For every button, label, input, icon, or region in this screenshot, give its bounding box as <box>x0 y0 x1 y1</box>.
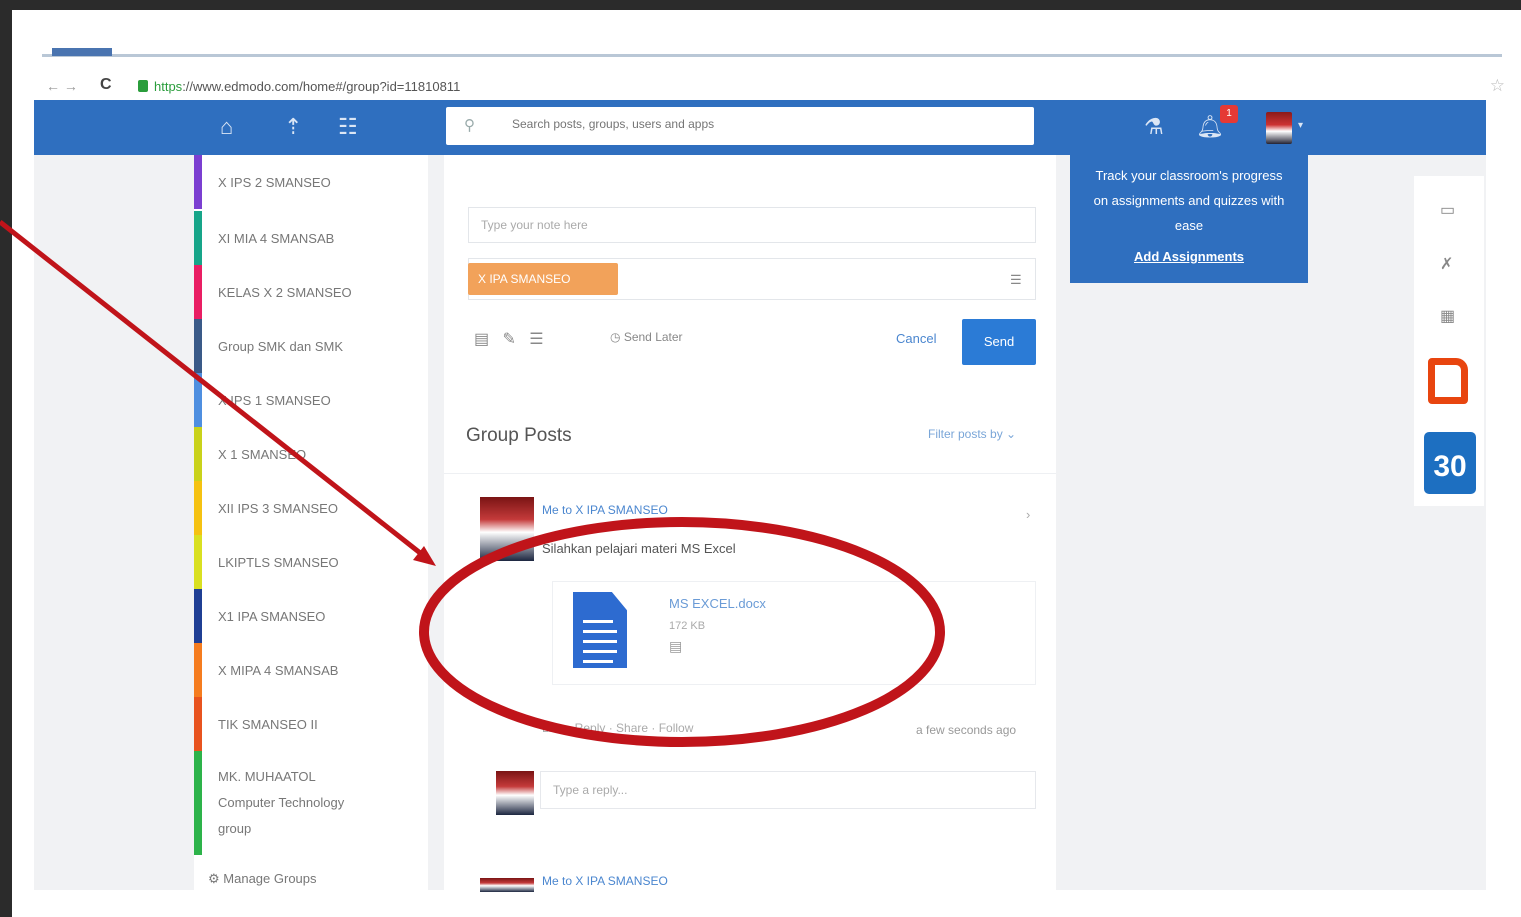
post-meta[interactable]: Me to X IPA SMANSEO <box>542 874 668 888</box>
address-bar[interactable]: ← → C https://www.edmodo.com/home#/group… <box>12 76 1521 100</box>
sidebar-group-item[interactable]: X IPS 1 SMANSEO <box>194 373 428 427</box>
search-box[interactable]: ⚲ <box>446 107 1034 145</box>
flask-icon[interactable]: ⚗ <box>1144 114 1164 140</box>
sidebar-group-label: TIK SMANSEO II <box>218 716 318 732</box>
post-actions[interactable]: Like · Reply · Share · Follow <box>542 721 693 735</box>
assignments-promo: Track your classroom's progress on assig… <box>1070 155 1308 283</box>
url-text[interactable]: https://www.edmodo.com/home#/group?id=11… <box>154 79 460 94</box>
chevron-down-icon: ⌄ <box>1006 427 1017 441</box>
sidebar-group-item[interactable]: KELAS X 2 SMANSEO <box>194 265 428 319</box>
attachment-filename[interactable]: MS EXCEL.docx <box>669 596 766 611</box>
sidebar-group-label: KELAS X 2 SMANSEO <box>218 284 352 300</box>
sidebar-group-label: X1 IPA SMANSEO <box>218 608 326 624</box>
groups-sidebar: X IPS 2 SMANSEO XI MIA 4 SMANSAB KELAS X 2… <box>194 155 428 890</box>
clock-icon: ◷ <box>610 330 621 344</box>
send-later-button[interactable]: ◷ Send Later <box>610 330 683 344</box>
send-later-label: Send Later <box>623 330 683 344</box>
reply-avatar <box>496 771 534 815</box>
left-gutter <box>34 155 194 890</box>
home-icon[interactable]: ⌂ <box>220 114 233 140</box>
gear-icon: ⚙ <box>208 871 220 886</box>
filter-posts-dropdown[interactable]: Filter posts by ⌄ <box>928 427 1016 441</box>
search-input[interactable] <box>512 117 1012 131</box>
sidebar-group-item[interactable]: X IPS 2 SMANSEO <box>194 155 428 209</box>
post-options-icon[interactable]: › <box>1026 507 1030 522</box>
send-button[interactable]: Send <box>962 319 1036 365</box>
sidebar-group-item[interactable]: XII IPS 3 SMANSEO <box>194 481 428 535</box>
tab-line <box>42 54 1502 57</box>
sidebar-group-item[interactable]: LKIPTLS SMANSEO <box>194 535 428 589</box>
word-document-icon <box>573 592 627 668</box>
recipients-picker-icon[interactable]: ☰ <box>1010 272 1022 288</box>
planner-icon[interactable]: ▭ <box>1440 200 1455 220</box>
attachment-size: 172 KB <box>669 620 706 632</box>
sidebar-group-label: X IPS 1 SMANSEO <box>218 392 331 408</box>
calendar-day: 30 <box>1433 450 1467 483</box>
reply-input[interactable]: Type a reply... <box>540 771 1036 809</box>
bookmark-star-icon[interactable]: ☆ <box>1490 76 1505 96</box>
composer-tools: ▤ ✎ ☰ <box>474 329 544 349</box>
reload-icon[interactable]: C <box>100 76 112 94</box>
post-composer: Type your note here X IPA SMANSEO ☰ ▤ ✎ … <box>444 155 1056 385</box>
manage-groups-link[interactable]: ⚙ Manage Groups <box>208 871 317 887</box>
office-icon[interactable] <box>1428 358 1468 404</box>
next-post: Me to X IPA SMANSEO <box>444 848 1056 892</box>
apps-grid-icon[interactable]: ▦ <box>1440 306 1455 326</box>
link-icon[interactable]: ✎ <box>502 331 515 348</box>
back-forward-icon[interactable]: ← → <box>46 78 78 94</box>
sidebar-group-label: X MIPA 4 SMANSAB <box>218 662 339 678</box>
library-icon[interactable]: ☷ <box>338 114 358 140</box>
center-gutter <box>428 155 444 890</box>
note-input[interactable]: Type your note here <box>468 207 1036 243</box>
promo-text: Track your classroom's progress on assig… <box>1093 168 1285 233</box>
group-posts-panel: Group Posts Filter posts by ⌄ Me to X IP… <box>444 403 1056 833</box>
sidebar-group-label: X IPS 2 SMANSEO <box>218 174 331 190</box>
add-assignments-link[interactable]: Add Assignments <box>1070 249 1308 264</box>
sidebar-group-label: XII IPS 3 SMANSEO <box>218 500 338 516</box>
save-to-library-icon[interactable]: ▤ <box>669 638 682 655</box>
sidebar-group-item[interactable]: TIK SMANSEO II <box>194 697 428 751</box>
wrench-icon[interactable]: ✗ <box>1440 254 1453 274</box>
lock-icon <box>138 80 148 92</box>
sidebar-group-item[interactable]: X1 IPA SMANSEO <box>194 589 428 643</box>
sidebar-group-label: XI MIA 4 SMANSAB <box>218 230 335 246</box>
attach-file-icon[interactable]: ▤ <box>474 331 489 348</box>
url-path: /home#/group?id=11810811 <box>299 79 461 94</box>
manage-groups-label: Manage Groups <box>223 871 317 886</box>
attachment-card[interactable]: MS EXCEL.docx 172 KB ▤ <box>552 581 1036 685</box>
sidebar-group-label: Group SMK dan SMK <box>218 338 343 354</box>
browser-tabstrip <box>12 10 1521 70</box>
cancel-button[interactable]: Cancel <box>896 331 936 346</box>
sidebar-group-item[interactable]: X MIPA 4 SMANSAB <box>194 643 428 697</box>
notification-badge: 1 <box>1220 105 1238 123</box>
app-launcher: ▭ ✗ ▦ 30 <box>1414 176 1484 506</box>
edmodo-topbar: ⌂ ⇡ ☷ ⚲ ⚗ 🔔︎ 1 ▾ <box>34 100 1486 155</box>
user-avatar[interactable] <box>1266 112 1292 144</box>
sidebar-group-label: LKIPTLS SMANSEO <box>218 554 339 570</box>
search-icon: ⚲ <box>464 117 475 134</box>
library-attach-icon[interactable]: ☰ <box>529 331 543 348</box>
sidebar-group-item[interactable]: MK. MUHAATOL Computer Technology group <box>194 751 428 855</box>
url-host: ://www.edmodo.com <box>182 79 300 94</box>
active-tab[interactable] <box>52 48 112 56</box>
sidebar-group-item[interactable]: Group SMK dan SMK <box>194 319 428 373</box>
divider <box>444 473 1056 474</box>
backpack-icon[interactable]: ⇡ <box>284 114 302 140</box>
post-author-avatar[interactable] <box>480 878 534 892</box>
sidebar-group-item[interactable]: X 1 SMANSEO <box>194 427 428 481</box>
calendar-icon[interactable]: 30 <box>1424 432 1476 494</box>
recipient-group-chip[interactable]: X IPA SMANSEO <box>468 263 618 295</box>
sidebar-group-item[interactable]: XI MIA 4 SMANSAB <box>194 211 428 265</box>
group-posts-heading: Group Posts <box>466 425 572 446</box>
post-timestamp: a few seconds ago <box>916 723 1017 737</box>
filter-label: Filter posts by <box>928 427 1003 441</box>
post-author-avatar[interactable] <box>480 497 534 561</box>
sidebar-group-label: X 1 SMANSEO <box>218 446 307 462</box>
post-text: Silahkan pelajari materi MS Excel <box>542 541 736 556</box>
post-meta[interactable]: Me to X IPA SMANSEO <box>542 503 668 517</box>
url-protocol: https <box>154 79 183 94</box>
chevron-down-icon[interactable]: ▾ <box>1298 120 1303 131</box>
sidebar-group-label: MK. MUHAATOL Computer Technology group <box>218 769 345 836</box>
